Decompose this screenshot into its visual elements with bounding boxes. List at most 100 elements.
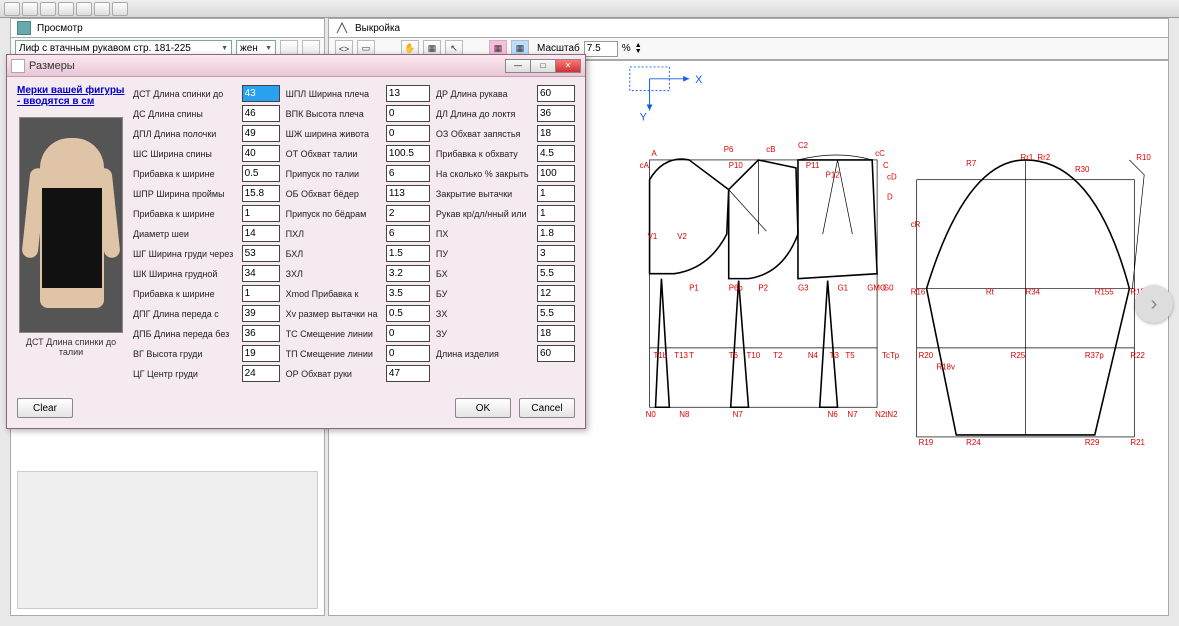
measure-input[interactable] — [386, 325, 430, 342]
measure-label: БХ — [436, 269, 531, 279]
measurement-photo — [19, 117, 123, 333]
toolbar-button[interactable] — [112, 2, 128, 16]
dialog-icon — [11, 59, 25, 73]
measure-input[interactable] — [242, 85, 280, 102]
measure-input[interactable] — [537, 245, 575, 262]
svg-text:TcTp: TcTp — [882, 351, 900, 360]
close-button[interactable]: ✕ — [555, 59, 581, 73]
sleeve-block: cR R7Rr1 Rr2R30 R10 R16Rt R34R155 R15 R2… — [911, 153, 1152, 447]
svg-text:T6: T6 — [729, 351, 739, 360]
measure-label: Рукав кр/дл/нный или — [436, 209, 531, 219]
measure-input[interactable] — [386, 365, 430, 382]
svg-text:R16: R16 — [911, 287, 926, 296]
measure-input[interactable] — [537, 125, 575, 142]
measure-input[interactable] — [537, 165, 575, 182]
chevron-down-icon: ▼ — [265, 45, 272, 52]
measure-input[interactable] — [537, 185, 575, 202]
measure-input[interactable] — [386, 145, 430, 162]
measure-input[interactable] — [242, 185, 280, 202]
measure-input[interactable] — [386, 345, 430, 362]
measure-input[interactable] — [537, 225, 575, 242]
svg-text:R22: R22 — [1130, 351, 1145, 360]
measure-input[interactable] — [537, 145, 575, 162]
dialog-titlebar[interactable]: Размеры — □ ✕ — [7, 55, 585, 77]
toolbar-button[interactable] — [22, 2, 38, 16]
measure-input[interactable] — [242, 325, 280, 342]
svg-text:A: A — [652, 149, 658, 158]
measure-input[interactable] — [386, 85, 430, 102]
svg-text:R19: R19 — [919, 438, 934, 447]
svg-text:cA: cA — [640, 161, 650, 170]
measure-input[interactable] — [242, 145, 280, 162]
measure-input[interactable] — [242, 345, 280, 362]
measure-input[interactable] — [386, 305, 430, 322]
measure-label: ПХ — [436, 229, 531, 239]
clear-button[interactable]: Clear — [17, 398, 73, 418]
measure-label: ДПГ Длина переда с — [133, 309, 236, 319]
measure-input[interactable] — [386, 165, 430, 182]
measure-input[interactable] — [386, 265, 430, 282]
preview-icon — [17, 21, 31, 35]
svg-text:N4: N4 — [808, 351, 819, 360]
measure-input[interactable] — [242, 205, 280, 222]
photo-caption: ДСТ Длина спинки до талии — [17, 337, 125, 357]
measure-input[interactable] — [537, 85, 575, 102]
chevron-down-icon: ▼ — [221, 45, 228, 52]
scale-input[interactable] — [584, 41, 618, 57]
toolbar-button[interactable] — [40, 2, 56, 16]
measure-input[interactable] — [386, 105, 430, 122]
help-link[interactable]: Мерки вашей фигуры - вводятся в см — [17, 85, 125, 107]
measure-input[interactable] — [537, 265, 575, 282]
measure-input[interactable] — [242, 285, 280, 302]
next-button[interactable]: › — [1135, 285, 1173, 323]
measure-input[interactable] — [242, 365, 280, 382]
measure-input[interactable] — [537, 345, 575, 362]
toolbar-button[interactable] — [58, 2, 74, 16]
toolbar-button[interactable] — [4, 2, 20, 16]
measure-label: ОЗ Обхват запястья — [436, 129, 531, 139]
toolbar-button[interactable] — [94, 2, 110, 16]
measure-label: ШК Ширина грудной — [133, 269, 236, 279]
measure-input[interactable] — [242, 125, 280, 142]
svg-text:R29: R29 — [1085, 438, 1100, 447]
measure-input[interactable] — [537, 205, 575, 222]
measure-label: Припуск по бёдрам — [286, 209, 380, 219]
measure-input[interactable] — [537, 105, 575, 122]
measure-input[interactable] — [242, 225, 280, 242]
svg-text:N7: N7 — [847, 410, 857, 419]
svg-text:N0: N0 — [646, 410, 657, 419]
measure-input[interactable] — [537, 325, 575, 342]
svg-text:Y: Y — [640, 111, 648, 123]
maximize-button[interactable]: □ — [530, 59, 556, 73]
measure-input[interactable] — [537, 305, 575, 322]
measure-input[interactable] — [386, 205, 430, 222]
axes-indicator: X Y — [630, 67, 703, 123]
measure-input[interactable] — [386, 125, 430, 142]
measure-input[interactable] — [537, 285, 575, 302]
measure-input[interactable] — [242, 165, 280, 182]
measure-label: ЗХ — [436, 309, 531, 319]
scale-spinner-icon[interactable]: ▲▼ — [635, 43, 642, 55]
measure-input[interactable] — [242, 105, 280, 122]
toolbar-button[interactable] — [76, 2, 92, 16]
svg-text:G3: G3 — [798, 284, 809, 293]
svg-text:G0: G0 — [883, 284, 894, 293]
measure-input[interactable] — [242, 245, 280, 262]
measure-label: ШГ Ширина груди через — [133, 249, 236, 259]
svg-text:V2: V2 — [677, 232, 687, 241]
ok-button[interactable]: OK — [455, 398, 511, 418]
measure-label: ДЛ Длина до локтя — [436, 109, 531, 119]
measure-input[interactable] — [386, 285, 430, 302]
measure-input[interactable] — [242, 305, 280, 322]
measure-input[interactable] — [386, 185, 430, 202]
measure-input[interactable] — [386, 245, 430, 262]
svg-text:T13: T13 — [674, 351, 688, 360]
measure-input[interactable] — [242, 265, 280, 282]
measure-label: ПХЛ — [286, 229, 380, 239]
pattern-title: Выкройка — [355, 23, 400, 34]
cancel-button[interactable]: Cancel — [519, 398, 575, 418]
svg-text:R20: R20 — [919, 351, 934, 360]
measure-input[interactable] — [386, 225, 430, 242]
measure-label: Прибавка к обхвату — [436, 149, 531, 159]
minimize-button[interactable]: — — [505, 59, 531, 73]
